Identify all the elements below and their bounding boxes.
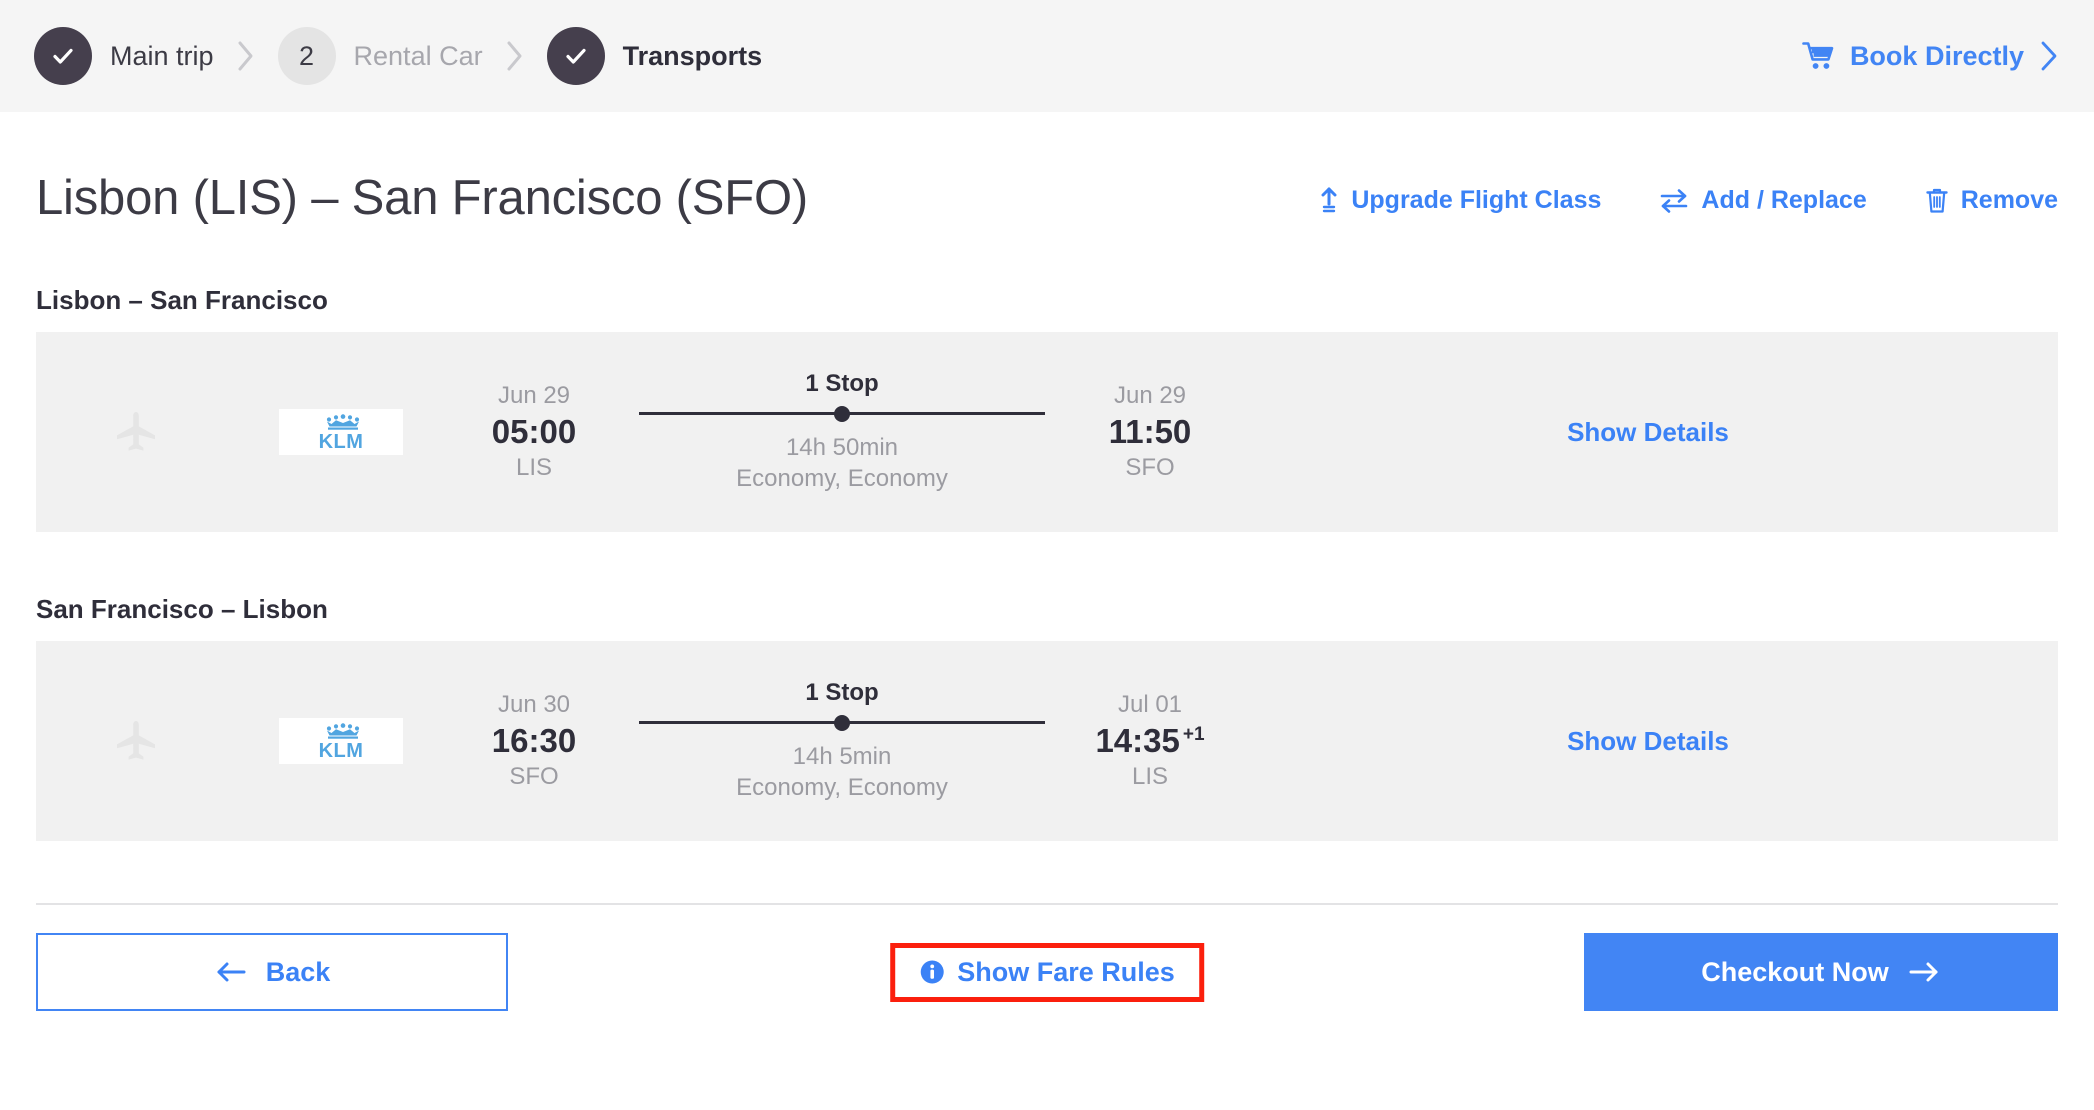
upgrade-flight-class-button[interactable]: Upgrade Flight Class: [1319, 186, 1601, 215]
departure-airport-code: SFO: [509, 763, 559, 791]
step-transports-label: Transports: [622, 40, 763, 71]
show-details-button-return[interactable]: Show Details: [1567, 726, 1729, 757]
airplane-icon: [117, 412, 155, 451]
flight-mode-cell: [36, 408, 236, 456]
cabin-class: Economy, Economy: [736, 465, 948, 492]
fare-rules-highlight: Show Fare Rules: [890, 942, 1204, 1002]
flight-card-outbound[interactable]: KLM Jun 29 05:00 LIS 1 Stop 14h 50min Ec…: [36, 332, 2058, 532]
arrival-cell: Jun 29 11:50 SFO: [1062, 381, 1238, 484]
show-fare-rules-button[interactable]: Show Fare Rules: [919, 957, 1175, 988]
leg-heading-return: San Francisco – Lisbon: [36, 594, 328, 624]
stop-dot: [834, 714, 850, 731]
svg-text:KLM: KLM: [319, 740, 364, 761]
remove-button[interactable]: Remove: [1925, 186, 2058, 215]
route-line: [639, 405, 1045, 422]
step-transports[interactable]: Transports: [546, 27, 763, 85]
day-offset-badge: +1: [1182, 723, 1205, 745]
departure-date: Jun 29: [497, 381, 571, 409]
arrival-time: 14:35 +1: [1095, 721, 1205, 759]
remove-label: Remove: [1960, 186, 2058, 214]
footer: Back Show Fare Rules Checkout Now: [36, 933, 2058, 1011]
step-rental-car-label: Rental Car: [353, 40, 483, 71]
route-meta: 14h 50min Economy, Economy: [736, 432, 948, 494]
breadcrumb: Main trip 2 Rental Car Transports: [34, 27, 762, 85]
arrival-airport-code: SFO: [1125, 454, 1175, 482]
back-button-label: Back: [265, 956, 331, 987]
title-row: Lisbon (LIS) – San Francisco (SFO) Upgra…: [36, 112, 2058, 223]
upgrade-arrow-icon: [1319, 187, 1339, 215]
route-cell: 1 Stop 14h 50min Economy, Economy: [622, 370, 1062, 494]
arrow-right-icon: [1907, 959, 1941, 985]
flight-duration: 14h 50min: [785, 433, 899, 461]
trash-icon: [1925, 187, 1949, 215]
breadcrumb-separator: [505, 39, 525, 73]
check-icon: [565, 48, 586, 64]
checkout-now-button[interactable]: Checkout Now: [1584, 933, 2058, 1011]
step-main-trip[interactable]: Main trip: [34, 27, 214, 85]
add-replace-label: Add / Replace: [1701, 186, 1867, 214]
departure-airport-code: LIS: [515, 454, 553, 482]
airplane-icon: [117, 721, 155, 760]
details-cell: Show Details: [1238, 726, 2058, 757]
step-header: Main trip 2 Rental Car Transports Book D…: [0, 0, 2094, 112]
chevron-right-icon: [2038, 40, 2060, 72]
departure-date: Jun 30: [497, 690, 571, 718]
arrival-airport-code: LIS: [1131, 763, 1169, 791]
details-cell: Show Details: [1238, 417, 2058, 448]
stops-label: 1 Stop: [805, 678, 879, 706]
flight-mode-cell: [36, 717, 236, 765]
main-content: Lisbon (LIS) – San Francisco (SFO) Upgra…: [0, 112, 2094, 1011]
stops-label: 1 Stop: [805, 369, 879, 397]
step-transports-circle: [546, 27, 605, 85]
route-meta: 14h 5min Economy, Economy: [736, 741, 948, 803]
book-directly-label: Book Directly: [1849, 40, 2024, 71]
arrow-left-icon: [214, 959, 248, 985]
flight-card-return[interactable]: KLM Jun 30 16:30 SFO 1 Stop 14h 5min Eco…: [36, 641, 2058, 841]
check-icon: [53, 48, 73, 64]
leg-heading-outbound: Lisbon – San Francisco: [36, 285, 328, 315]
departure-time: 16:30: [491, 721, 577, 759]
airline-logo-cell: KLM: [236, 409, 446, 455]
route-line: [639, 714, 1045, 731]
page-title: Lisbon (LIS) – San Francisco (SFO): [36, 171, 809, 225]
step-rental-car-circle: 2: [277, 27, 336, 85]
step-main-trip-circle: [34, 27, 92, 85]
departure-time: 05:00: [491, 412, 577, 450]
arrival-time: 11:50: [1108, 412, 1192, 450]
svg-text:KLM: KLM: [319, 431, 364, 452]
step-main-trip-label: Main trip: [110, 40, 214, 71]
info-icon: [919, 959, 945, 985]
show-fare-rules-label: Show Fare Rules: [957, 956, 1175, 987]
show-details-button-outbound[interactable]: Show Details: [1567, 417, 1729, 448]
add-replace-button[interactable]: Add / Replace: [1659, 186, 1867, 215]
title-actions: Upgrade Flight Class Add / Replace Remov…: [1319, 186, 2058, 223]
departure-cell: Jun 29 05:00 LIS: [446, 381, 622, 484]
footer-divider: [36, 903, 2058, 905]
cabin-class: Economy, Economy: [736, 774, 948, 801]
book-directly-button[interactable]: Book Directly: [1802, 40, 2060, 72]
flight-duration: 14h 5min: [792, 742, 892, 770]
departure-cell: Jun 30 16:30 SFO: [446, 690, 622, 793]
arrival-cell: Jul 01 14:35 +1 LIS: [1062, 690, 1238, 793]
arrival-date: Jun 29: [1113, 381, 1187, 409]
chevron-right-icon: [238, 41, 253, 71]
chevron-right-icon: [507, 41, 522, 71]
swap-arrows-icon: [1659, 188, 1689, 214]
klm-logo: KLM: [279, 409, 403, 455]
arrival-date: Jul 01: [1117, 690, 1183, 718]
upgrade-flight-class-label: Upgrade Flight Class: [1351, 186, 1602, 214]
breadcrumb-separator: [236, 39, 256, 73]
stop-dot: [834, 405, 850, 422]
checkout-now-label: Checkout Now: [1701, 956, 1889, 987]
step-rental-car-number: 2: [299, 40, 315, 71]
back-button[interactable]: Back: [36, 933, 508, 1011]
klm-logo: KLM: [279, 718, 403, 764]
shopping-cart-icon: [1802, 41, 1836, 71]
airline-logo-cell: KLM: [236, 718, 446, 764]
route-cell: 1 Stop 14h 5min Economy, Economy: [622, 679, 1062, 803]
step-rental-car[interactable]: 2 Rental Car: [277, 27, 483, 85]
